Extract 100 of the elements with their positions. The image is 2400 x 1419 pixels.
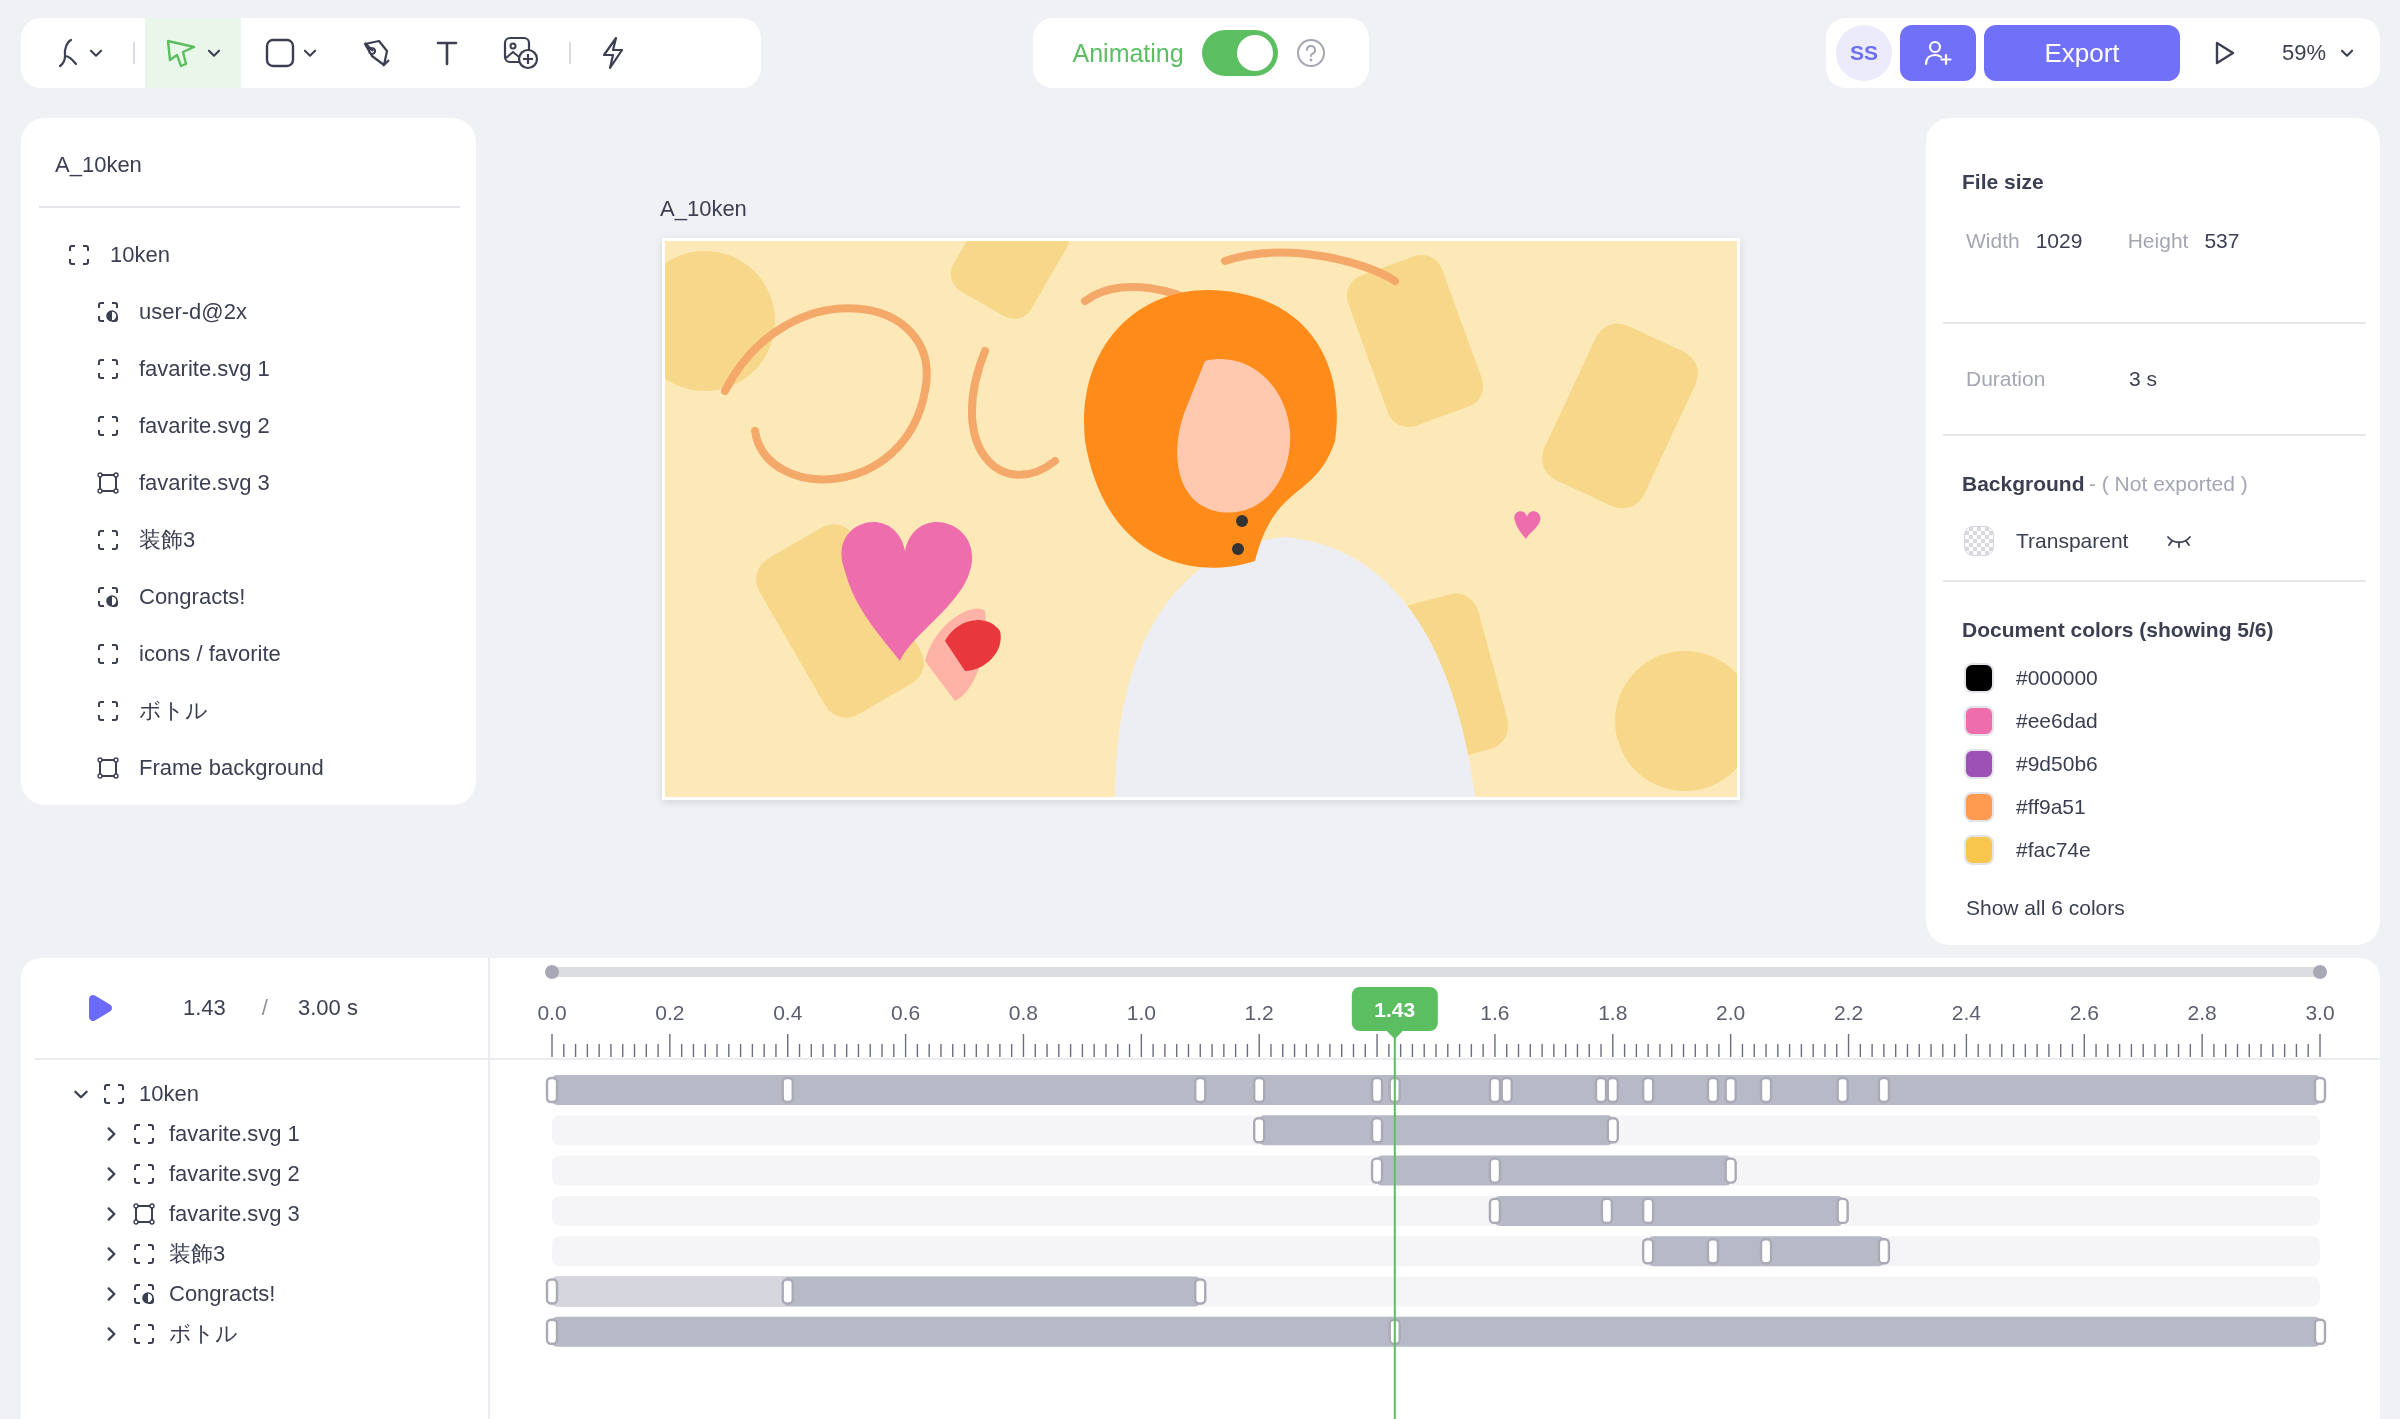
keyframe-handle[interactable] <box>1388 1318 1401 1345</box>
keyframe-handle[interactable] <box>781 1076 794 1104</box>
keyframe-handle[interactable] <box>1500 1076 1513 1104</box>
clip-bar[interactable] <box>1377 1155 1731 1186</box>
keyframe-handle[interactable] <box>1253 1076 1266 1104</box>
layer-name[interactable]: favarite.svg 3 <box>139 469 270 496</box>
keyframe-handle[interactable] <box>1706 1238 1720 1265</box>
track-name[interactable]: favarite.svg 1 <box>169 1121 300 1147</box>
chevron-right-icon[interactable] <box>106 1247 116 1261</box>
keyframe-handle[interactable] <box>1836 1076 1849 1104</box>
chevron-down-icon <box>89 48 103 58</box>
illustration-drawing[interactable] <box>662 238 1740 800</box>
keyframe-handle[interactable] <box>545 1318 559 1345</box>
keyframe-handle[interactable] <box>1877 1238 1891 1265</box>
layer-name[interactable]: Congracts! <box>139 583 246 610</box>
duration-value[interactable]: 3 s <box>2129 367 2157 391</box>
ruler-label: 2.0 <box>1716 1001 1746 1024</box>
keyframe-handle[interactable] <box>2313 1318 2327 1345</box>
layer-name[interactable]: favarite.svg 2 <box>139 412 270 439</box>
layer-name[interactable]: 10ken <box>110 241 170 268</box>
keyframe-handle[interactable] <box>1759 1076 1773 1104</box>
keyframe-handle[interactable] <box>545 1076 559 1104</box>
color-swatch[interactable] <box>1964 834 1994 865</box>
keyframe-handle[interactable] <box>1370 1076 1384 1104</box>
keyframe-handle[interactable] <box>1641 1076 1655 1104</box>
track-name[interactable]: ボトル <box>169 1319 238 1349</box>
keyframe-handle[interactable] <box>1641 1197 1655 1225</box>
layer-name[interactable]: icons / favorite <box>139 640 281 667</box>
clip-bar[interactable] <box>552 1316 2320 1347</box>
height-value[interactable]: 537 <box>2204 229 2240 253</box>
ruler-label: 0.4 <box>773 1001 803 1024</box>
add-user-button[interactable] <box>1900 25 1976 81</box>
help-icon[interactable] <box>1295 38 1326 68</box>
keyframe-handle[interactable] <box>1488 1076 1502 1104</box>
keyframe-handle[interactable] <box>1641 1238 1655 1265</box>
color-swatch[interactable] <box>1964 791 1994 822</box>
playhead[interactable] <box>1351 987 1438 1419</box>
ruler-label: 1.0 <box>1126 1001 1156 1024</box>
keyframe-handle[interactable] <box>1600 1197 1614 1225</box>
keyframe-handle[interactable] <box>1388 1076 1401 1104</box>
keyframe-handle[interactable] <box>781 1278 794 1305</box>
keyframe-handle[interactable] <box>1877 1076 1891 1104</box>
keyframe-handle[interactable] <box>1194 1278 1207 1305</box>
clip-bar[interactable] <box>552 1075 2320 1105</box>
chevron-right-icon[interactable] <box>106 1207 116 1221</box>
keyframe-handle[interactable] <box>2313 1076 2327 1104</box>
chevron-right-icon[interactable] <box>106 1287 116 1301</box>
timeline-scrollbar[interactable] <box>545 965 2327 979</box>
track-name[interactable]: 10ken <box>139 1081 199 1107</box>
color-swatch[interactable] <box>1964 705 1994 736</box>
layer-name[interactable]: Frame background <box>139 754 324 781</box>
keyframe-handle[interactable] <box>1759 1238 1773 1265</box>
dashed-frame-icon <box>97 528 119 551</box>
keyframe-handle[interactable] <box>1836 1197 1849 1225</box>
chevron-down-icon <box>2340 48 2354 58</box>
track-name[interactable]: favarite.svg 3 <box>169 1201 300 1227</box>
keyframe-handle[interactable] <box>1370 1117 1384 1144</box>
keyframe-handle[interactable] <box>1488 1197 1502 1225</box>
keyframe-handle[interactable] <box>1606 1076 1619 1104</box>
keyframe-handle[interactable] <box>1253 1117 1266 1144</box>
chevron-right-icon[interactable] <box>106 1127 116 1141</box>
show-all-colors-link[interactable]: Show all 6 colors <box>1962 896 2125 920</box>
color-swatch[interactable] <box>1964 662 1994 693</box>
track-name[interactable]: favarite.svg 2 <box>169 1161 300 1187</box>
keyframe-handle[interactable] <box>1724 1076 1737 1104</box>
image-plus-icon <box>503 36 539 70</box>
ruler-label: 2.8 <box>2187 1001 2217 1024</box>
keyframe-handle[interactable] <box>1706 1076 1720 1104</box>
keyframe-handle[interactable] <box>1594 1076 1608 1104</box>
layer-name[interactable]: favarite.svg 1 <box>139 355 270 382</box>
animating-toggle[interactable] <box>1201 30 1278 76</box>
chevron-right-icon[interactable] <box>106 1167 116 1181</box>
layer-name[interactable]: user-d@2x <box>139 298 247 325</box>
keyframe-handle[interactable] <box>545 1278 559 1305</box>
zoom-dropdown[interactable]: 59% <box>2275 39 2360 67</box>
dashed-frame-circle-icon <box>133 1283 155 1305</box>
layer-name[interactable]: ボトル <box>139 695 208 726</box>
clip-bar[interactable] <box>1494 1195 1843 1226</box>
transparency-swatch[interactable] <box>1964 526 1994 556</box>
animating-label: Animating <box>1072 38 1184 68</box>
rectangle-icon <box>265 38 295 68</box>
play-button[interactable] <box>87 994 113 1022</box>
width-value[interactable]: 1029 <box>2035 229 2128 253</box>
color-swatch[interactable] <box>1964 748 1994 779</box>
keyframe-handle[interactable] <box>1194 1076 1207 1104</box>
duration-label: Duration <box>1966 367 2047 391</box>
chevron-down-icon[interactable] <box>74 1089 88 1099</box>
clip-bar[interactable] <box>1259 1115 1613 1146</box>
artboard-title: A_10ken <box>660 196 747 222</box>
chevron-right-icon[interactable] <box>106 1327 116 1341</box>
keyframe-handle[interactable] <box>1488 1157 1502 1184</box>
export-button[interactable]: Export <box>1983 25 2180 81</box>
keyframe-handle[interactable] <box>1370 1157 1384 1184</box>
track-name[interactable]: 装飾3 <box>169 1239 226 1269</box>
ruler-label: 1.2 <box>1244 1001 1274 1024</box>
keyframe-handle[interactable] <box>1724 1157 1737 1184</box>
track-name[interactable]: Congracts! <box>169 1281 276 1307</box>
layer-name[interactable]: 装飾3 <box>139 524 196 555</box>
keyframe-handle[interactable] <box>1606 1117 1619 1144</box>
closed-eye-icon[interactable] <box>2166 534 2192 548</box>
